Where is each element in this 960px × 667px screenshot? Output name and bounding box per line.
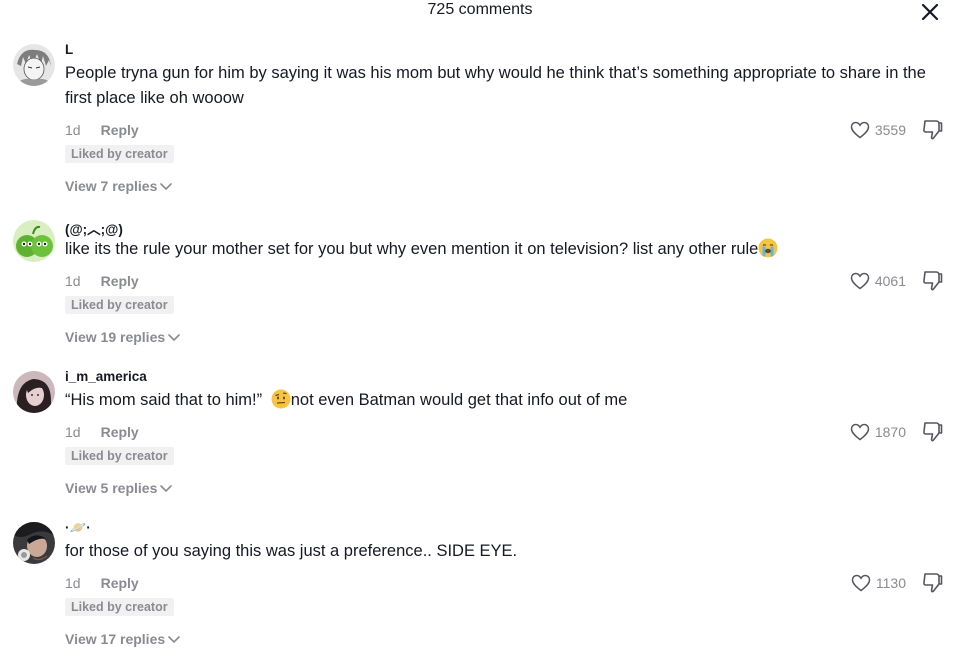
chevron-down-icon (160, 183, 173, 191)
raised-eyebrow-face-emoji (271, 389, 291, 409)
comment-time: 1d (65, 575, 81, 591)
view-replies-button[interactable]: View 5 replies (65, 480, 173, 496)
like-button[interactable]: 4061 (850, 271, 906, 291)
thumbs-down-icon[interactable] (920, 420, 944, 444)
view-replies-button[interactable]: View 17 replies (65, 631, 181, 647)
like-count: 4061 (874, 273, 906, 289)
view-replies-label: View 7 replies (65, 178, 158, 194)
avatar[interactable] (13, 44, 55, 86)
comment-username[interactable]: ·🪐· (65, 520, 91, 536)
heart-outline-icon (851, 574, 871, 592)
comment-text: “His mom said that to him!” not even Bat… (65, 388, 935, 413)
thumbs-down-icon[interactable] (920, 118, 944, 142)
comment-meta: 1d Reply (65, 273, 139, 289)
like-button[interactable]: 1130 (851, 573, 906, 593)
comment-username[interactable]: L (65, 42, 73, 57)
comment-meta: 1d Reply (65, 424, 139, 440)
view-replies-button[interactable]: View 19 replies (65, 329, 181, 345)
comment-text-before: “His mom said that to him!” (65, 391, 267, 409)
comment-time: 1d (65, 122, 81, 138)
liked-by-creator-badge: Liked by creator (65, 598, 174, 616)
comment-username[interactable]: (@;︿;@) (65, 218, 123, 238)
comments-count-title: 725 comments (427, 1, 533, 18)
heart-outline-icon (850, 121, 870, 139)
comment-meta: 1d Reply (65, 575, 139, 591)
comment-item: ·🪐· for those of you saying this was jus… (0, 516, 960, 667)
reply-button[interactable]: Reply (101, 273, 139, 289)
view-replies-label: View 17 replies (65, 631, 166, 647)
reply-button[interactable]: Reply (101, 122, 139, 138)
chevron-down-icon (168, 334, 180, 342)
comments-header: 725 comments (0, 0, 960, 24)
liked-by-creator-badge: Liked by creator (65, 447, 174, 465)
comment-text: for those of you saying this was just a … (65, 542, 518, 560)
comment-item: i_m_america “His mom said that to him!” … (0, 365, 960, 516)
comment-text-body: like its the rule your mother set for yo… (65, 240, 759, 258)
like-button[interactable]: 3559 (850, 120, 906, 140)
loudly-crying-face-emoji (758, 238, 778, 258)
close-icon[interactable] (920, 2, 940, 22)
thumbs-down-icon[interactable] (920, 269, 944, 293)
like-count: 1870 (874, 424, 906, 440)
comment-text-after: not even Batman would get that info out … (290, 391, 628, 409)
heart-outline-icon (850, 423, 870, 441)
avatar[interactable] (13, 522, 55, 564)
reply-button[interactable]: Reply (101, 424, 139, 440)
avatar[interactable] (13, 220, 55, 262)
thumbs-down-icon[interactable] (920, 571, 944, 595)
like-count: 1130 (875, 575, 906, 591)
comment-username[interactable]: i_m_america (65, 369, 147, 384)
heart-outline-icon (850, 272, 870, 290)
view-replies-button[interactable]: View 7 replies (65, 178, 173, 194)
view-replies-label: View 5 replies (65, 480, 158, 496)
chevron-down-icon (168, 636, 180, 644)
reply-button[interactable]: Reply (101, 575, 139, 591)
avatar[interactable] (13, 371, 55, 413)
liked-by-creator-badge: Liked by creator (65, 145, 174, 163)
comment-text: like its the rule your mother set for yo… (65, 237, 935, 262)
liked-by-creator-badge: Liked by creator (65, 296, 174, 314)
comment-time: 1d (65, 424, 81, 440)
comment-item: (@;︿;@) like its the rule your mother se… (0, 214, 960, 365)
like-count: 3559 (874, 122, 906, 138)
like-button[interactable]: 1870 (850, 422, 906, 442)
comment-meta: 1d Reply (65, 122, 139, 138)
comment-item: L People tryna gun for him by saying it … (0, 38, 960, 194)
comment-time: 1d (65, 273, 81, 289)
chevron-down-icon (160, 485, 173, 493)
comment-text: People tryna gun for him by saying it wa… (65, 64, 926, 107)
view-replies-label: View 19 replies (65, 329, 166, 345)
